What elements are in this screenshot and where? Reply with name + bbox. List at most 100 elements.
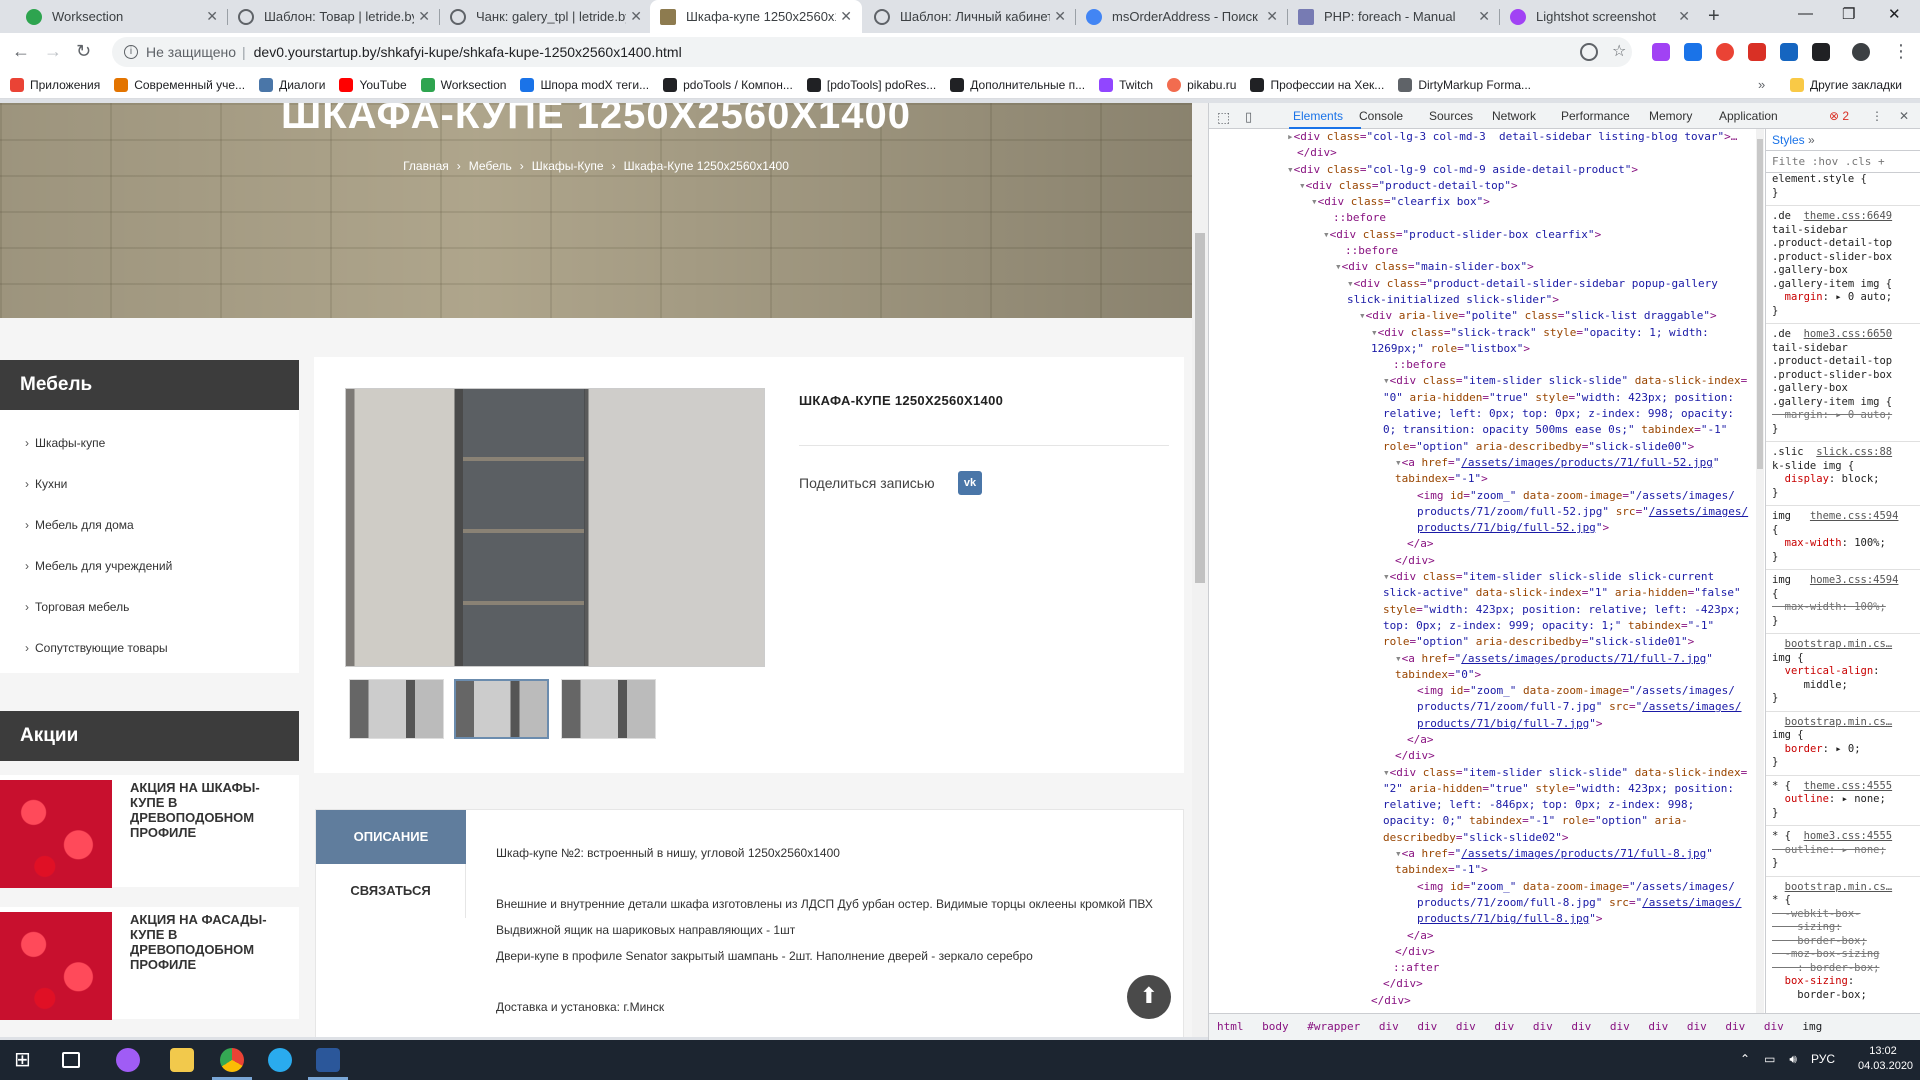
promo-item[interactable]: АКЦИЯ НА ФАСАДЫ-КУПЕ В ДРЕВОПОДОБНОМ ПРО… (0, 907, 299, 1020)
inspect-icon[interactable]: ⬚ (1217, 109, 1230, 126)
tab-php-manual[interactable]: PHP: foreach - Manual ✕ (1288, 0, 1500, 33)
dom-crumb[interactable]: div (1571, 1020, 1591, 1033)
bookmark-star-icon[interactable]: ☆ (1612, 41, 1626, 61)
bookmark-twitch[interactable]: Twitch (1099, 77, 1153, 92)
translate-icon[interactable] (1580, 43, 1598, 61)
new-tab-button[interactable]: + (1708, 5, 1720, 28)
extension-icon[interactable] (1748, 43, 1766, 61)
bookmark-item[interactable]: Worksection (420, 77, 506, 92)
promo-title[interactable]: АКЦИЯ НА ФАСАДЫ-КУПЕ В ДРЕВОПОДОБНОМ ПРО… (130, 912, 290, 972)
dom-crumb[interactable]: div (1533, 1020, 1553, 1033)
windows-start-icon[interactable]: ⊞ (14, 1048, 38, 1072)
product-thumbnail-current[interactable] (454, 679, 549, 739)
security-label[interactable]: Не защищено (146, 44, 236, 60)
close-icon[interactable]: ✕ (1478, 9, 1490, 23)
menu-icon[interactable]: ⋮ (1892, 41, 1910, 62)
bookmark-item[interactable]: Дополнительные п... (950, 77, 1085, 92)
dom-crumb[interactable]: div (1764, 1020, 1784, 1033)
dom-crumb[interactable]: div (1417, 1020, 1437, 1033)
device-toolbar-icon[interactable]: ▯ (1245, 109, 1252, 125)
breadcrumb-furniture[interactable]: Мебель (469, 159, 512, 173)
sidebar-item-institutions[interactable]: Мебель для учреждений (25, 559, 172, 573)
more-bookmarks-icon[interactable]: » (1758, 77, 1765, 92)
opera-icon[interactable] (1716, 43, 1734, 61)
chrome-icon[interactable] (220, 1048, 244, 1072)
sidebar-item-kitchens[interactable]: Кухни (25, 477, 67, 491)
bookmark-item[interactable]: DirtyMarkup Forma... (1398, 77, 1531, 92)
styles-filter-input[interactable]: Filte :hov .cls + (1766, 151, 1920, 173)
tab-elements[interactable]: Elements (1293, 109, 1343, 123)
tab-lightshot[interactable]: Lightshot screenshot ✕ (1500, 0, 1700, 33)
elements-tree[interactable]: ▸<div class="col-lg-3 col-md-3 detail-si… (1209, 129, 1764, 1013)
page-scrollbar[interactable] (1192, 103, 1208, 1037)
tab-application[interactable]: Application (1719, 109, 1778, 123)
promo-title[interactable]: АКЦИЯ НА ШКАФЫ-КУПЕ В ДРЕВОПОДОБНОМ ПРОФ… (130, 780, 290, 840)
promo-item[interactable]: АКЦИЯ НА ШКАФЫ-КУПЕ В ДРЕВОПОДОБНОМ ПРОФ… (0, 775, 299, 888)
file-explorer-icon[interactable] (170, 1048, 194, 1072)
elements-scrollbar[interactable] (1756, 129, 1764, 1013)
sidebar-item-wardrobes[interactable]: Шкафы-купе (25, 436, 105, 450)
lightshot-icon[interactable] (1652, 43, 1670, 61)
tab-memory[interactable]: Memory (1649, 109, 1692, 123)
product-thumbnail[interactable] (561, 679, 656, 739)
task-view-icon[interactable] (62, 1052, 80, 1068)
dom-crumb[interactable]: div (1725, 1020, 1745, 1033)
product-thumbnail[interactable] (349, 679, 444, 739)
dom-crumb[interactable]: div (1648, 1020, 1668, 1033)
tab-sources[interactable]: Sources (1429, 109, 1473, 123)
bookmark-youtube[interactable]: YouTube (339, 77, 407, 92)
close-icon[interactable]: ✕ (1678, 9, 1690, 23)
sidebar-item-related[interactable]: Сопутствующие товары (25, 641, 168, 655)
dom-crumb-current[interactable]: img (1802, 1020, 1822, 1033)
extension-icon[interactable] (1780, 43, 1798, 61)
breadcrumb-home[interactable]: Главная (403, 159, 449, 173)
tab-console[interactable]: Console (1359, 109, 1403, 123)
tab-template-cabinet[interactable]: Шаблон: Личный кабинет ✕ (864, 0, 1076, 33)
vk-share-button[interactable]: vk (958, 471, 982, 495)
url-text[interactable]: dev0.yourstartup.by/shkafyi-kupe/shkafa-… (254, 44, 682, 60)
bookmark-item[interactable]: [pdoTools] pdoRes... (806, 77, 936, 92)
product-main-image[interactable] (345, 388, 765, 667)
forward-icon[interactable]: → (44, 41, 62, 62)
devtools-close-icon[interactable]: ✕ (1899, 109, 1909, 123)
tab-description[interactable]: ОПИСАНИЕ (316, 810, 466, 864)
bookmark-item[interactable]: Шпора modX теги... (520, 77, 649, 92)
dom-crumb[interactable]: body (1262, 1020, 1289, 1033)
dom-crumb[interactable]: div (1379, 1020, 1399, 1033)
tab-network[interactable]: Network (1492, 109, 1536, 123)
info-icon[interactable]: i (124, 45, 138, 59)
tab-performance[interactable]: Performance (1561, 109, 1630, 123)
minimize-button[interactable]: — (1798, 5, 1813, 22)
telegram-icon[interactable] (268, 1048, 292, 1072)
alice-assistant-icon[interactable] (116, 1048, 140, 1072)
bookmark-item[interactable]: Профессии на Хек... (1250, 77, 1384, 92)
scroll-to-top-button[interactable]: ⬆ (1127, 975, 1171, 1019)
close-icon[interactable]: ✕ (206, 9, 218, 23)
close-icon[interactable]: ✕ (840, 9, 852, 23)
promo-image[interactable] (0, 912, 112, 1020)
tab-chunk-gallery[interactable]: Чанк: galery_tpl | letride.by ✕ (440, 0, 652, 33)
close-icon[interactable]: ✕ (1054, 9, 1066, 23)
tab-worksection[interactable]: Worksection ✕ (16, 0, 228, 33)
avatar[interactable] (1852, 43, 1870, 61)
extension-icon[interactable] (1684, 43, 1702, 61)
window-close-button[interactable]: ✕ (1888, 5, 1901, 23)
tab-current-product[interactable]: Шкафа-купе 1250x2560x14 ✕ (650, 0, 862, 33)
bookmark-item[interactable]: pdoTools / Компон... (663, 77, 793, 92)
tab-google-search[interactable]: msOrderAddress - Поиск в ✕ (1076, 0, 1288, 33)
bookmark-apps[interactable]: Приложения (10, 77, 100, 92)
tab-contact[interactable]: СВЯЗАТЬСЯ (316, 864, 466, 918)
back-icon[interactable]: ← (12, 41, 30, 62)
dom-crumb[interactable]: html (1217, 1020, 1244, 1033)
close-icon[interactable]: ✕ (418, 9, 430, 23)
dom-crumb[interactable]: div (1494, 1020, 1514, 1033)
dom-crumb[interactable]: div (1456, 1020, 1476, 1033)
styles-tabs[interactable]: Styles » (1766, 129, 1920, 151)
tab-template-product[interactable]: Шаблон: Товар | letride.by ✕ (228, 0, 440, 33)
sidebar-item-retail[interactable]: Торговая мебель (25, 600, 129, 614)
other-bookmarks[interactable]: Другие закладки (1790, 78, 1902, 92)
tray-language[interactable]: ⌃ ▭ 🔊︎ РУС (1740, 1052, 1835, 1067)
styles-pane[interactable]: Styles » Filte :hov .cls + element.style… (1765, 129, 1920, 1013)
address-bar[interactable]: i Не защищено | dev0.yourstartup.by/shka… (112, 37, 1632, 67)
close-icon[interactable]: ✕ (630, 9, 642, 23)
